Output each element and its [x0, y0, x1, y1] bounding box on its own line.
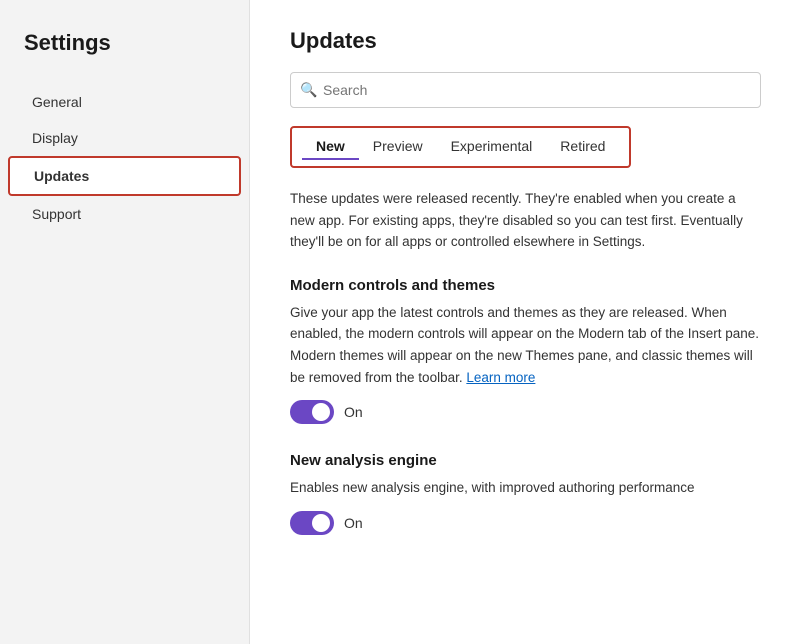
main-content: Updates 🔍 New Preview Experimental Retir…	[250, 0, 801, 644]
section-analysis-engine: New analysis engine Enables new analysis…	[290, 452, 761, 535]
tab-retired[interactable]: Retired	[546, 134, 619, 160]
app-title: Settings	[0, 30, 249, 84]
toggle-label-1: On	[344, 515, 363, 531]
search-input[interactable]	[290, 72, 761, 108]
tab-preview[interactable]: Preview	[359, 134, 437, 160]
tab-experimental[interactable]: Experimental	[437, 134, 547, 160]
tab-new[interactable]: New	[302, 134, 359, 160]
search-icon: 🔍	[300, 82, 317, 99]
toggle-row-0: On	[290, 400, 761, 424]
tabs-container: New Preview Experimental Retired	[290, 126, 631, 168]
sidebar-item-general[interactable]: General	[8, 84, 241, 120]
toggle-label-0: On	[344, 404, 363, 420]
sidebar-item-updates[interactable]: Updates	[8, 156, 241, 196]
toggle-row-1: On	[290, 511, 761, 535]
tab-description: These updates were released recently. Th…	[290, 188, 761, 253]
toggle-analysis-engine[interactable]	[290, 511, 334, 535]
section-modern-controls: Modern controls and themes Give your app…	[290, 277, 761, 424]
search-container: 🔍	[290, 72, 761, 108]
section-desc-1: Enables new analysis engine, with improv…	[290, 477, 761, 499]
section-title-0: Modern controls and themes	[290, 277, 761, 294]
sidebar-item-display[interactable]: Display	[8, 120, 241, 156]
learn-more-link-0[interactable]: Learn more	[466, 370, 535, 385]
toggle-thumb-1	[312, 514, 330, 532]
page-title: Updates	[290, 28, 761, 54]
sidebar: Settings General Display Updates Support	[0, 0, 250, 644]
section-desc-0: Give your app the latest controls and th…	[290, 302, 761, 388]
toggle-modern-controls[interactable]	[290, 400, 334, 424]
sidebar-item-support[interactable]: Support	[8, 196, 241, 232]
section-title-1: New analysis engine	[290, 452, 761, 469]
